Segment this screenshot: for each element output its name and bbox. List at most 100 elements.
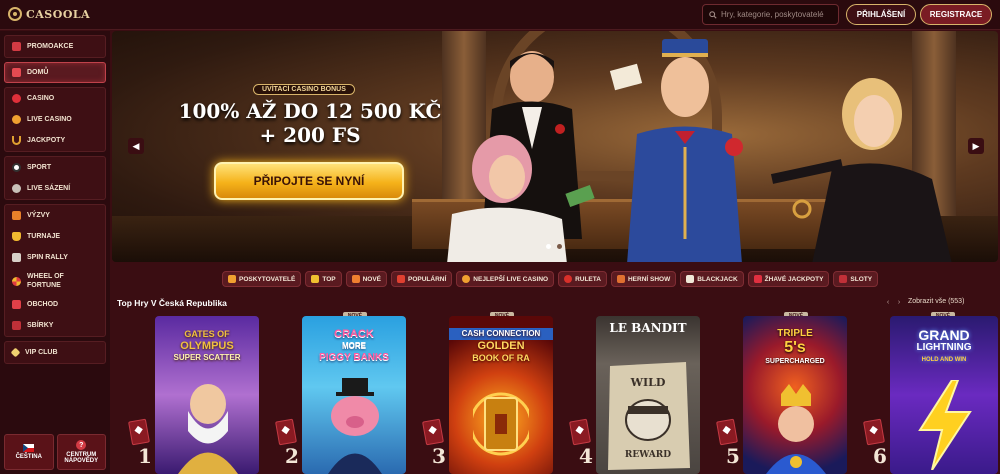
game-title-line: HOLD AND WIN bbox=[921, 357, 967, 363]
games-next-button[interactable]: › bbox=[894, 297, 904, 307]
chevron-right-icon: ▶ bbox=[972, 140, 980, 151]
sidebar-item-spin-rally[interactable]: SPIN RALLY bbox=[5, 247, 105, 268]
games-prev-button[interactable]: ‹ bbox=[883, 297, 893, 307]
search-box[interactable] bbox=[702, 4, 839, 25]
fire-icon bbox=[397, 275, 406, 283]
game-title-line: CASH CONNECTION bbox=[449, 328, 553, 340]
sidebar-item-obchod[interactable]: OBCHOD bbox=[5, 294, 105, 315]
sidebar-item-sbirky[interactable]: SBÍRKY bbox=[5, 315, 105, 336]
category-chip-poskytovatele[interactable]: POSKYTOVATELÉ bbox=[222, 271, 302, 287]
sidebar-item-label: LIVE SÁZENÍ bbox=[27, 185, 71, 192]
category-chip-ruleta[interactable]: RULETA bbox=[558, 271, 607, 287]
book-illustration bbox=[473, 392, 529, 456]
game-title: LE BANDIT bbox=[596, 322, 700, 334]
promo-banner[interactable]: UVÍTACÍ CASINO BONUS 100% AŽ DO 12 500 K… bbox=[112, 31, 998, 262]
category-chip-top[interactable]: TOP bbox=[305, 271, 342, 287]
sidebar-item-label: OBCHOD bbox=[27, 301, 59, 308]
chip-label: HERNÍ SHOW bbox=[627, 275, 671, 283]
sidebar-item-label: WHEEL OF FORTUNE bbox=[27, 273, 64, 289]
sidebar-item-promoakce[interactable]: PROMOAKCE bbox=[5, 36, 105, 57]
game-title-line: LIGHTNING bbox=[916, 342, 972, 353]
game-title-line: SUPERCHARGED bbox=[765, 358, 825, 365]
pagination-dot[interactable] bbox=[557, 244, 562, 249]
logo[interactable]: CASOOLA bbox=[8, 7, 90, 21]
reward-label: REWARD bbox=[624, 450, 672, 460]
sidebar-item-label: LIVE CASINO bbox=[27, 116, 72, 123]
sidebar-item-sport[interactable]: SPORT bbox=[5, 157, 105, 178]
game-card-le-bandit[interactable]: LE BANDIT WILD REWARD bbox=[596, 316, 700, 474]
sidebar-item-label: VÝZVY bbox=[27, 212, 50, 219]
sidebar-item-casino[interactable]: CASINO bbox=[5, 88, 105, 109]
category-chip-popularni[interactable]: POPULÁRNÍ bbox=[391, 271, 453, 287]
register-button[interactable]: REGISTRACE bbox=[920, 4, 992, 25]
pagination-dot[interactable] bbox=[546, 244, 551, 249]
help-label-2: NÁPOVĚDY bbox=[64, 458, 99, 464]
chip-icon bbox=[12, 115, 21, 124]
logo-text: CASOOLA bbox=[26, 7, 91, 21]
sidebar-item-jackpoty[interactable]: JACKPOTY bbox=[5, 130, 105, 151]
game-card-grand-lightning[interactable]: GRAND LIGHTNING HOLD AND WIN bbox=[890, 316, 998, 474]
search-icon bbox=[709, 10, 717, 19]
banner-title-line2: + 200 FS bbox=[259, 123, 361, 147]
category-chip-nejlepsi-live-casino[interactable]: NEJLEPŠÍ LIVE CASINO bbox=[456, 271, 555, 287]
category-chip-herni-show[interactable]: HERNÍ SHOW bbox=[610, 271, 677, 287]
sidebar-item-live-casino[interactable]: LIVE CASINO bbox=[5, 109, 105, 130]
banner-prev-arrow[interactable]: ◀ bbox=[128, 138, 144, 154]
czech-flag-icon bbox=[23, 444, 35, 452]
game-title: CRACK MORE PIGGY BANKS bbox=[302, 328, 406, 364]
sidebar-item-live-sazeni[interactable]: LIVE SÁZENÍ bbox=[5, 178, 105, 199]
rank-marker: 3 bbox=[422, 418, 450, 474]
search-input[interactable] bbox=[721, 10, 838, 19]
game-title: TRIPLE 5's SUPERCHARGED bbox=[743, 328, 847, 368]
sidebar-item-wheel-of-fortune[interactable]: WHEEL OF FORTUNE bbox=[5, 268, 105, 294]
target-icon bbox=[12, 211, 21, 220]
live-icon bbox=[12, 184, 21, 193]
view-all-link[interactable]: Zobrazit vše (553) bbox=[908, 298, 964, 305]
rank-card-icon bbox=[716, 418, 738, 446]
category-chip-zhave-jackpoty[interactable]: ŽHAVÉ JACKPOTY bbox=[747, 271, 830, 287]
jackpot-icon bbox=[753, 275, 762, 283]
rank-marker: 5 bbox=[716, 418, 744, 474]
lightning-icon bbox=[918, 380, 972, 470]
game-title-line: GATES OF bbox=[184, 329, 230, 339]
sidebar-item-label: SPIN RALLY bbox=[27, 254, 68, 261]
sidebar-item-domu[interactable]: DOMŮ bbox=[4, 62, 106, 83]
login-button[interactable]: PŘIHLÁŠENÍ bbox=[846, 4, 916, 25]
category-chip-blackjack[interactable]: BLACKJACK bbox=[680, 271, 744, 287]
provider-icon bbox=[228, 275, 236, 283]
banner-next-arrow[interactable]: ▶ bbox=[968, 138, 984, 154]
game-card-crack-more-piggy-banks[interactable]: CRACK MORE PIGGY BANKS bbox=[302, 316, 406, 474]
section-title: Top Hry V Česká Republika bbox=[117, 298, 227, 308]
sidebar-group-vip: VIP CLUB bbox=[4, 341, 106, 364]
game-card-golden-book-of-ra[interactable]: CASH CONNECTION GOLDEN BOOK OF RA bbox=[449, 316, 553, 474]
show-icon bbox=[616, 275, 625, 283]
game-card-triple-5s-supercharged[interactable]: TRIPLE 5's SUPERCHARGED bbox=[743, 316, 847, 474]
rank-card-icon bbox=[569, 418, 591, 446]
join-now-button[interactable]: PŘIPOJTE SE NYNÍ bbox=[214, 162, 404, 200]
sidebar-item-vip-club[interactable]: VIP CLUB bbox=[5, 342, 105, 363]
logo-icon bbox=[8, 7, 22, 21]
banner-title-line1: 100% AŽ DO 12 500 KČ bbox=[178, 99, 442, 123]
category-chip-nove[interactable]: NOVÉ bbox=[345, 271, 388, 287]
rank-marker: 6 bbox=[863, 418, 891, 474]
game-card-gates-of-olympus[interactable]: GATES OF OLYMPUS SUPER SCATTER bbox=[155, 316, 259, 474]
rank-number: 4 bbox=[579, 444, 593, 468]
game-title: GATES OF OLYMPUS SUPER SCATTER bbox=[155, 328, 259, 364]
game-title-line: MORE bbox=[342, 341, 366, 350]
category-chip-sloty[interactable]: SLOTY bbox=[833, 271, 879, 287]
help-center-button[interactable]: ? CENTRUM NÁPOVĚDY bbox=[56, 434, 106, 470]
rank-number: 3 bbox=[432, 444, 446, 468]
language-button[interactable]: ČEŠTINA bbox=[4, 434, 54, 470]
cherries-icon bbox=[12, 94, 21, 103]
rank-card-icon bbox=[275, 418, 297, 446]
rank-number: 2 bbox=[285, 444, 299, 468]
star-icon bbox=[351, 275, 360, 283]
game-title-line: SUPER SCATTER bbox=[173, 353, 241, 362]
sidebar-item-label: TURNAJE bbox=[27, 233, 61, 240]
sidebar-item-turnaje[interactable]: TURNAJE bbox=[5, 226, 105, 247]
sidebar-item-vyzvy[interactable]: VÝZVY bbox=[5, 205, 105, 226]
top-header: CASOOLA PŘIHLÁŠENÍ REGISTRACE bbox=[0, 0, 1000, 30]
banner-title: 100% AŽ DO 12 500 KČ + 200 FS bbox=[175, 99, 445, 147]
wheel-icon bbox=[12, 276, 21, 286]
slot-icon bbox=[839, 275, 848, 283]
